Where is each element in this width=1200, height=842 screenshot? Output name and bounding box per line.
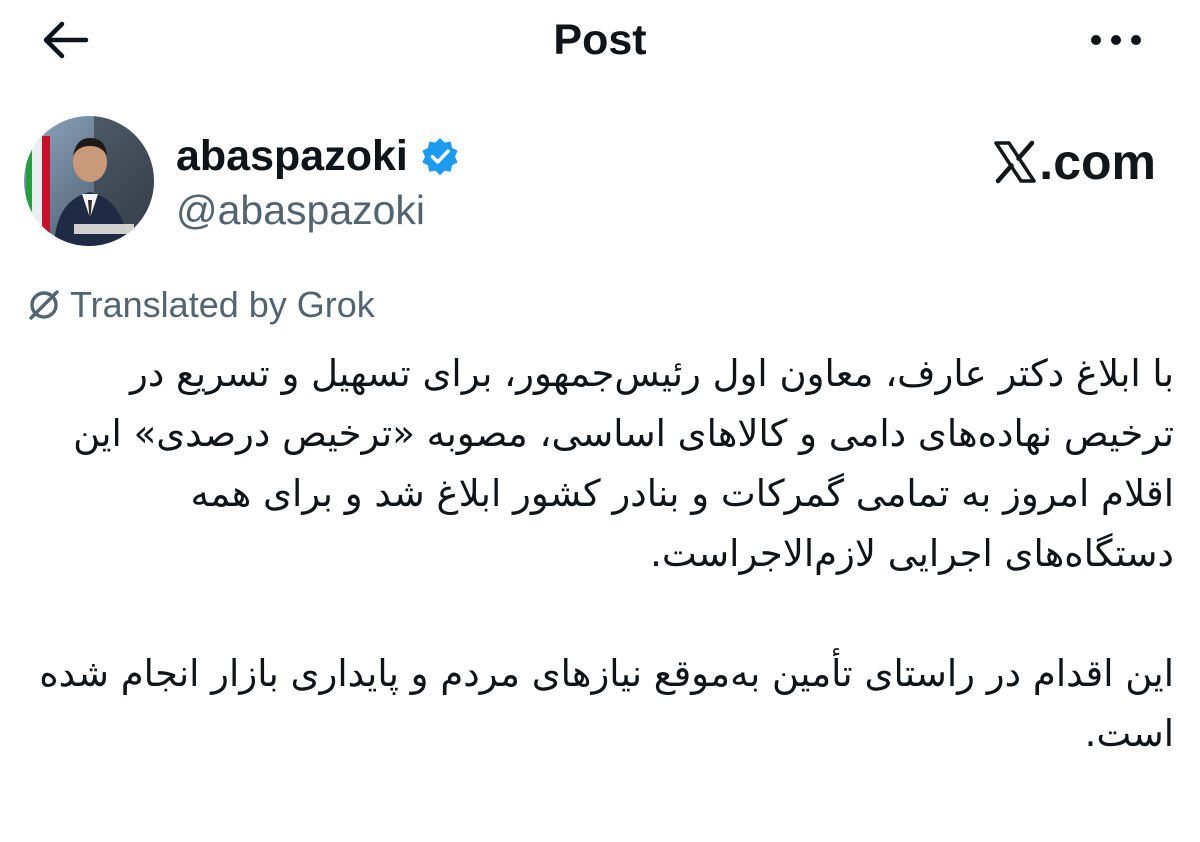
author-handle[interactable]: @abaspazoki <box>176 184 425 236</box>
translate-icon <box>29 290 59 320</box>
translated-by-grok[interactable]: Translated by Grok <box>26 280 375 330</box>
author-display-name[interactable]: abaspazoki <box>176 130 408 182</box>
post-text: با ابلاغ دکتر عارف، معاون اول رئیس‌جمهور… <box>34 344 1174 764</box>
post-paragraph: این اقدام در راستای تأمین به‌موقع نیازها… <box>39 652 1174 755</box>
more-horizontal-icon <box>1091 35 1141 45</box>
top-bar: Post <box>0 0 1200 80</box>
post-paragraph: با ابلاغ دکتر عارف، معاون اول رئیس‌جمهور… <box>73 352 1174 575</box>
x-com-watermark: .com <box>993 130 1156 194</box>
translated-label: Translated by Grok <box>70 284 375 325</box>
avatar[interactable] <box>24 116 154 246</box>
watermark-text: .com <box>1039 134 1156 190</box>
more-options-button[interactable] <box>1084 18 1148 62</box>
x-logo-icon <box>994 140 1037 184</box>
verified-badge-icon <box>420 136 460 176</box>
avatar-photo <box>24 116 154 246</box>
page-title: Post <box>553 16 647 64</box>
author-name-row: abaspazoki <box>176 126 460 186</box>
